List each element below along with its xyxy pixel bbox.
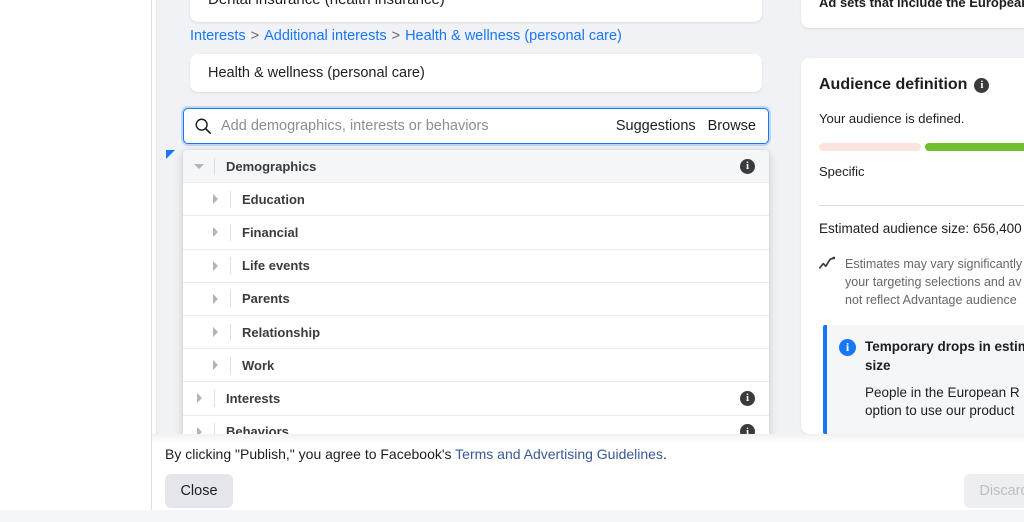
- targeting-search-box[interactable]: Add demographics, interests or behaviors…: [183, 108, 769, 144]
- dropdown-item-label: Life events: [242, 258, 310, 274]
- bottom-strip-left: [0, 510, 152, 522]
- previous-interest-card: Dental insurance (health insurance): [190, 0, 762, 22]
- breadcrumb-item-interests[interactable]: Interests: [190, 28, 246, 44]
- chevron-right-icon[interactable]: [207, 291, 223, 307]
- search-icon: [195, 118, 212, 135]
- chevron-right-icon[interactable]: [207, 324, 223, 340]
- selected-interest-card[interactable]: Health & wellness (personal care): [190, 54, 762, 92]
- chevron-right-icon[interactable]: [207, 258, 223, 274]
- info-icon[interactable]: i: [740, 390, 755, 406]
- breadcrumb-item-additional-interests[interactable]: Additional interests: [264, 28, 387, 44]
- row-divider: [230, 290, 231, 308]
- info-icon[interactable]: i: [974, 77, 990, 93]
- legal-suffix: .: [662, 446, 667, 462]
- dropdown-item-work[interactable]: Work: [183, 349, 769, 383]
- audience-definition-title-row: Audience definition i: [819, 76, 1023, 94]
- dropdown-item-label: Financial: [242, 224, 299, 240]
- chevron-right-icon[interactable]: [207, 357, 223, 373]
- dropdown-item-label: Work: [242, 357, 275, 373]
- european-regulation-notice-card: Ad sets that include the European Re: [801, 0, 1024, 28]
- targeting-dropdown: Demographics i Education Financial Life …: [183, 150, 769, 439]
- dropdown-item-label: Education: [242, 191, 305, 207]
- breadcrumb-separator: >: [250, 28, 260, 44]
- ads-manager-screen: Dental insurance (health insurance) Inte…: [0, 0, 1024, 522]
- bottom-strip: [0, 510, 1024, 522]
- audience-size-meter: [819, 143, 1024, 151]
- row-divider: [214, 389, 215, 407]
- detailed-targeting-form: Dental insurance (health insurance) Inte…: [165, 0, 787, 439]
- alert-title: Temporary drops in estim size: [865, 339, 1024, 373]
- dropdown-item-life-events[interactable]: Life events: [183, 249, 769, 283]
- row-divider: [214, 157, 215, 175]
- dropdown-group-label: Demographics: [226, 158, 317, 174]
- terms-and-advertising-guidelines-link[interactable]: Terms and Advertising Guidelines: [455, 446, 663, 462]
- legal-prefix: By clicking "Publish," you agree to Face…: [165, 446, 456, 462]
- audience-status-text: Your audience is defined.: [819, 111, 965, 126]
- dropdown-item-education[interactable]: Education: [183, 183, 769, 217]
- discard-button[interactable]: Discard: [964, 474, 1024, 508]
- chevron-down-icon[interactable]: [191, 158, 207, 174]
- breadcrumb: Interests > Additional interests > Healt…: [190, 25, 762, 47]
- breadcrumb-item-health-wellness[interactable]: Health & wellness (personal care): [405, 28, 622, 44]
- dropdown-group-label: Interests: [226, 390, 281, 406]
- row-divider: [230, 190, 231, 208]
- left-gutter: [0, 0, 152, 522]
- alert-body-text: People in the European R option to use o…: [865, 384, 1020, 419]
- browse-button[interactable]: Browse: [708, 118, 756, 134]
- divider: [819, 205, 1024, 206]
- dropdown-item-label: Relationship: [242, 324, 321, 340]
- search-input[interactable]: Add demographics, interests or behaviors: [221, 118, 616, 134]
- estimates-disclaimer-text: Estimates may vary significantly your ta…: [845, 257, 1023, 308]
- meter-segment-specific: [819, 143, 922, 151]
- row-divider: [230, 323, 231, 341]
- page-title: Audience definition: [819, 76, 968, 93]
- row-divider: [230, 356, 231, 374]
- dropdown-item-relationship[interactable]: Relationship: [183, 315, 769, 350]
- dialog-footer: By clicking "Publish," you agree to Face…: [152, 434, 1024, 522]
- selected-interest-label: Health & wellness (personal care): [208, 65, 425, 81]
- trend-chart-icon: [819, 256, 836, 269]
- dropdown-group-interests[interactable]: Interests i: [183, 382, 769, 416]
- dropdown-item-label: Parents: [242, 291, 290, 307]
- dropdown-item-parents[interactable]: Parents: [183, 282, 769, 316]
- temporary-drops-alert: i Temporary drops in estim size People i…: [823, 325, 1024, 434]
- dropdown-pointer: [166, 150, 175, 159]
- audience-definition-card: Audience definition i Your audience is d…: [801, 58, 1024, 434]
- row-divider: [230, 223, 231, 241]
- estimated-audience-size: Estimated audience size: 656,400 - 7: [819, 221, 1024, 236]
- estimates-disclaimer: Estimates may vary significantly your ta…: [819, 255, 1024, 309]
- meter-segment-defined: [925, 143, 1024, 151]
- european-regulation-notice-text: Ad sets that include the European Re: [819, 0, 1024, 10]
- info-circle-icon: i: [839, 339, 856, 357]
- chevron-right-icon[interactable]: [191, 390, 207, 406]
- chevron-right-icon[interactable]: [207, 224, 223, 240]
- row-divider: [230, 257, 231, 275]
- previous-interest-label: Dental insurance (health insurance): [208, 0, 445, 8]
- dropdown-group-demographics[interactable]: Demographics i: [183, 150, 769, 184]
- breadcrumb-separator: >: [391, 28, 401, 44]
- right-sidebar: Ad sets that include the European Re Aud…: [801, 0, 1024, 434]
- legal-text: By clicking "Publish," you agree to Face…: [165, 446, 667, 462]
- dropdown-item-financial[interactable]: Financial: [183, 216, 769, 250]
- close-button[interactable]: Close: [165, 474, 233, 508]
- suggestions-button[interactable]: Suggestions: [616, 118, 696, 134]
- meter-label: Specific: [819, 164, 865, 179]
- chevron-right-icon[interactable]: [207, 191, 223, 207]
- info-icon[interactable]: i: [740, 158, 755, 174]
